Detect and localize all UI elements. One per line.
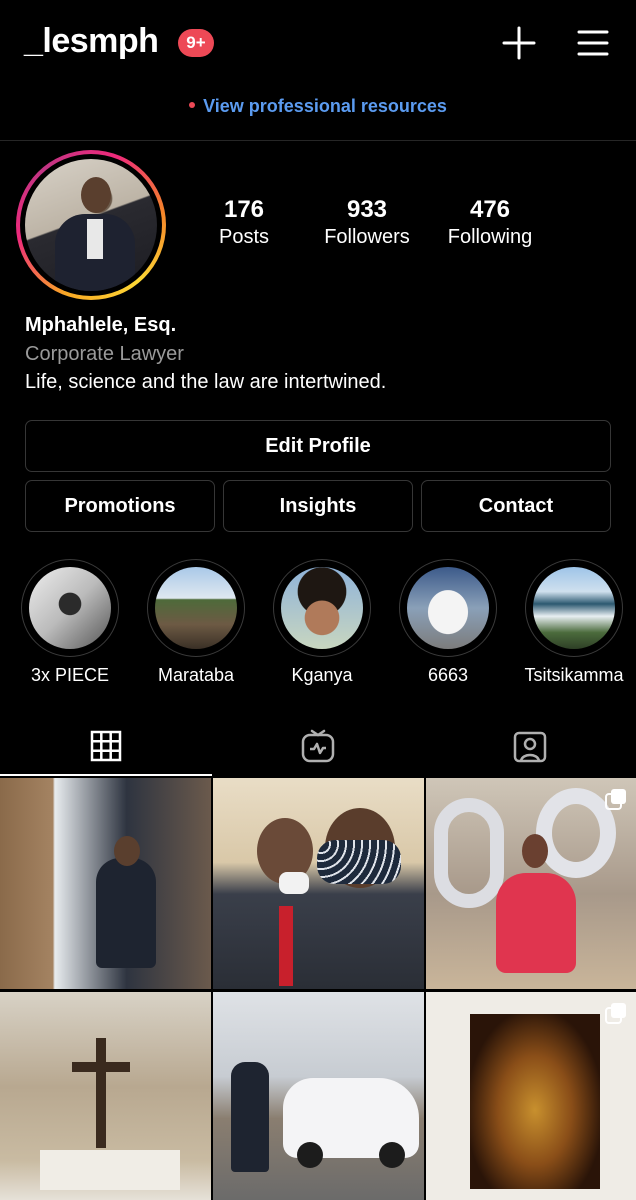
post-thumbnail[interactable] <box>0 778 211 989</box>
profile-category: Corporate Lawyer <box>25 343 184 365</box>
stat-value: 176 <box>223 196 265 223</box>
highlight-thumbnail <box>281 567 363 649</box>
notification-badge[interactable]: 9+ <box>178 29 214 57</box>
stat-value: 476 <box>469 196 511 223</box>
dot-icon <box>189 102 196 109</box>
highlight-thumbnail <box>407 567 489 649</box>
igtv-icon <box>301 729 335 763</box>
profile-name: Mphahlele, Esq. <box>25 314 177 336</box>
highlight-label: 6663 <box>427 665 469 685</box>
profile-bio: Life, science and the law are intertwine… <box>25 371 387 393</box>
highlight-label: Marataba <box>157 665 235 685</box>
stat-label: Posts <box>218 226 270 248</box>
tab-tagged[interactable] <box>424 720 636 772</box>
stat-posts[interactable]: 176 Posts <box>204 196 284 249</box>
edit-profile-button[interactable]: Edit Profile <box>25 420 611 472</box>
professional-resources-link[interactable]: View professional resources <box>0 96 636 117</box>
stat-following[interactable]: 476 Following <box>438 196 542 249</box>
menu-icon[interactable] <box>574 24 612 62</box>
top-bar: _lesmph 9+ <box>0 0 636 88</box>
stat-followers[interactable]: 933 Followers <box>312 196 422 249</box>
tab-grid[interactable] <box>0 720 212 772</box>
highlight-label: Kganya <box>291 665 353 685</box>
highlight-label: 3x PIECE <box>30 665 110 685</box>
highlight-item[interactable]: 6663 <box>398 559 498 686</box>
multiple-posts-icon <box>605 789 626 810</box>
highlight-item[interactable]: 3x PIECE <box>20 559 120 686</box>
highlight-item[interactable]: Kganya <box>272 559 372 686</box>
post-thumbnail[interactable] <box>213 778 424 989</box>
divider <box>0 140 636 141</box>
post-thumbnail[interactable] <box>0 992 211 1200</box>
post-thumbnail[interactable] <box>213 992 424 1200</box>
post-thumbnail[interactable] <box>426 778 636 989</box>
highlight-thumbnail <box>155 567 237 649</box>
highlight-label: Tsitsikamma <box>524 665 624 685</box>
multiple-posts-icon <box>605 1003 626 1024</box>
highlight-item[interactable]: Tsitsikamma <box>524 559 624 686</box>
contact-button[interactable]: Contact <box>421 480 611 532</box>
grid-icon <box>90 730 122 762</box>
avatar <box>25 159 157 291</box>
promotions-button[interactable]: Promotions <box>25 480 215 532</box>
plus-icon[interactable] <box>500 24 538 62</box>
active-tab-indicator <box>0 774 212 776</box>
stat-label: Followers <box>324 226 410 248</box>
highlight-thumbnail <box>533 567 615 649</box>
tagged-icon <box>513 731 547 763</box>
stat-label: Following <box>447 226 533 248</box>
highlight-thumbnail <box>29 567 111 649</box>
professional-resources-label: View professional resources <box>203 96 447 116</box>
username-title[interactable]: _lesmph <box>24 22 159 61</box>
avatar-story-ring[interactable] <box>16 150 166 300</box>
highlight-item[interactable]: Marataba <box>146 559 246 686</box>
tab-igtv[interactable] <box>212 720 424 772</box>
post-thumbnail[interactable] <box>426 992 636 1200</box>
insights-button[interactable]: Insights <box>223 480 413 532</box>
stat-value: 933 <box>346 196 388 223</box>
